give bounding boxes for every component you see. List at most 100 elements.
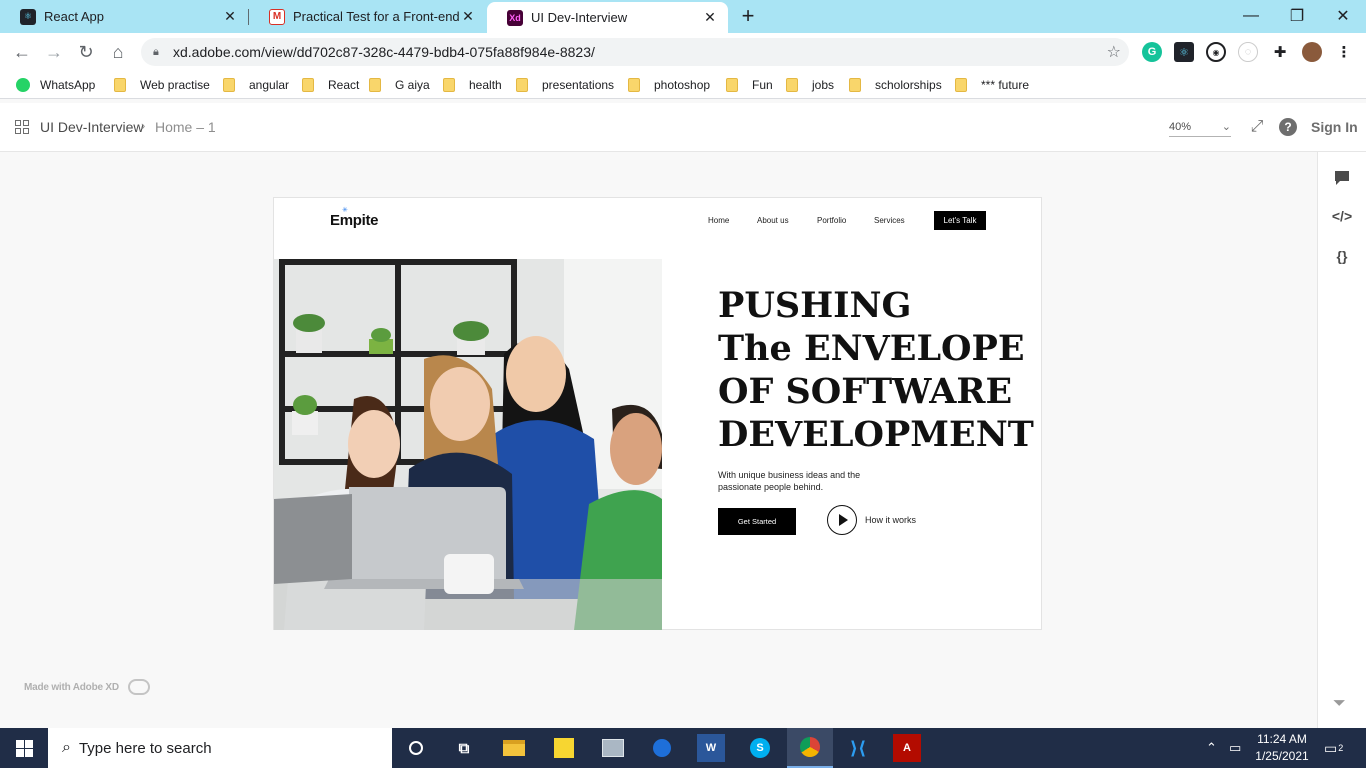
- help-icon[interactable]: ?: [1279, 118, 1297, 136]
- bookmark-folder[interactable]: Web practise: [114, 76, 210, 94]
- headline-line: The ENVELOPE: [718, 328, 1025, 369]
- tab-title: Practical Test for a Front-end Dev: [293, 9, 460, 24]
- bookmark-label: health: [469, 78, 502, 92]
- get-started-button[interactable]: Get Started: [718, 508, 796, 535]
- search-placeholder: Type here to search: [78, 739, 212, 757]
- bookmark-folder[interactable]: *** future: [955, 76, 1029, 94]
- fullscreen-icon[interactable]: ⤢: [1248, 118, 1266, 136]
- tab-react-app[interactable]: ⚛ React App ✕: [0, 0, 248, 33]
- tab-ui-dev-interview[interactable]: Xd UI Dev-Interview ✕: [487, 2, 728, 33]
- sticky-notes-icon[interactable]: [550, 734, 578, 762]
- bookmark-label: photoshop: [654, 78, 711, 92]
- reload-icon[interactable]: ↻: [74, 40, 98, 64]
- logo-text: Empite: [330, 212, 379, 229]
- grid-view-icon[interactable]: [15, 120, 29, 134]
- lock-icon[interactable]: 🔒︎: [153, 46, 165, 58]
- folder-icon: [369, 78, 381, 92]
- bookmark-whatsapp[interactable]: WhatsApp: [16, 76, 95, 94]
- close-icon[interactable]: ✕: [222, 8, 238, 25]
- minimize-icon[interactable]: —: [1228, 4, 1274, 28]
- back-icon[interactable]: ←: [10, 40, 34, 64]
- bookmark-folder[interactable]: health: [443, 76, 502, 94]
- bookmark-label: presentations: [542, 78, 615, 92]
- home-icon[interactable]: ⌂: [106, 40, 130, 64]
- hero-photo: [274, 259, 662, 630]
- folder-icon: [443, 78, 455, 92]
- bookmarks-bar: WhatsApp Web practise angular React G ai…: [0, 71, 1366, 99]
- chevron-right-icon: ›: [141, 118, 146, 133]
- extensions-puzzle-icon[interactable]: ✚: [1270, 42, 1290, 62]
- site-logo[interactable]: ✳ Empite: [330, 207, 379, 229]
- bookmark-folder[interactable]: Fun: [726, 76, 773, 94]
- address-bar[interactable]: 🔒︎ xd.adobe.com/view/dd702c87-328c-4479-…: [141, 38, 1129, 66]
- forward-icon[interactable]: →: [42, 40, 66, 64]
- browser-toolbar: ← → ↻ ⌂ 🔒︎ xd.adobe.com/view/dd702c87-32…: [0, 33, 1366, 71]
- folder-icon: [955, 78, 967, 92]
- how-it-works-link[interactable]: How it works: [865, 515, 916, 525]
- close-icon[interactable]: ✕: [702, 9, 718, 26]
- bookmark-label: G aiya: [395, 78, 430, 92]
- react-icon: ⚛: [20, 8, 36, 25]
- braces-icon[interactable]: {}: [1332, 246, 1352, 266]
- lets-talk-button[interactable]: Let's Talk: [934, 211, 986, 230]
- chevron-up-icon[interactable]: ⌃: [1206, 728, 1217, 768]
- notification-center-icon[interactable]: ▭ 2: [1324, 728, 1343, 768]
- cortana-icon[interactable]: [402, 734, 430, 762]
- nav-about[interactable]: About us: [757, 216, 789, 225]
- restore-icon[interactable]: ❐: [1274, 4, 1320, 28]
- word-icon[interactable]: W: [697, 734, 725, 762]
- bookmark-label: angular: [249, 78, 290, 92]
- made-with-adobe-xd[interactable]: Made with Adobe XD: [24, 682, 119, 693]
- tab-practical-test[interactable]: M Practical Test for a Front-end Dev ✕: [249, 0, 486, 33]
- chevron-down-icon: ⌄: [1221, 121, 1231, 133]
- bookmark-folder[interactable]: presentations: [516, 76, 614, 94]
- bookmark-folder[interactable]: React: [302, 76, 359, 94]
- bookmark-label: Fun: [752, 78, 773, 92]
- file-explorer-icon[interactable]: [500, 734, 528, 762]
- comment-icon[interactable]: [1332, 168, 1352, 188]
- bookmark-star-icon[interactable]: ☆: [1107, 42, 1121, 62]
- close-icon[interactable]: ✕: [460, 8, 476, 25]
- code-icon[interactable]: </>: [1332, 206, 1352, 226]
- nav-portfolio[interactable]: Portfolio: [817, 216, 846, 225]
- clock-time: 11:24 AM: [1257, 732, 1307, 746]
- menu-kebab-icon[interactable]: ⋮: [1334, 42, 1354, 62]
- bookmark-label: WhatsApp: [40, 78, 96, 92]
- bookmark-label: *** future: [981, 78, 1030, 92]
- task-view-icon[interactable]: ⧉: [450, 734, 478, 762]
- maps-icon[interactable]: [648, 734, 676, 762]
- skype-icon[interactable]: S: [746, 734, 774, 762]
- new-tab-button[interactable]: +: [737, 5, 759, 27]
- breadcrumb-project[interactable]: UI Dev-Interview: [40, 119, 143, 135]
- window-close-icon[interactable]: ✕: [1320, 4, 1366, 28]
- taskbar-search[interactable]: ⌕ Type here to search: [48, 728, 392, 768]
- timer-extension-icon[interactable]: ◉: [1206, 42, 1226, 62]
- windows-start-icon[interactable]: [0, 728, 48, 768]
- bookmark-folder[interactable]: G aiya: [369, 76, 430, 94]
- zoom-select[interactable]: 40% ⌄: [1169, 117, 1231, 137]
- whatsapp-icon: [16, 78, 30, 92]
- sign-in-link[interactable]: Sign In: [1311, 119, 1358, 135]
- react-devtools-icon[interactable]: ⚛: [1174, 42, 1194, 62]
- folder-icon: [786, 78, 798, 92]
- chrome-icon[interactable]: [787, 728, 833, 768]
- bookmark-folder[interactable]: photoshop: [628, 76, 710, 94]
- profile-avatar[interactable]: [1302, 42, 1322, 62]
- grammarly-icon[interactable]: G: [1142, 42, 1162, 62]
- acrobat-icon[interactable]: A: [893, 734, 921, 762]
- vscode-icon[interactable]: ⟩⟨: [844, 734, 872, 762]
- breadcrumb-page: Home – 1: [155, 119, 216, 135]
- bookmark-folder[interactable]: angular: [223, 76, 289, 94]
- system-clock[interactable]: 11:24 AM 1/25/2021: [1254, 731, 1310, 765]
- network-icon[interactable]: ▭: [1229, 728, 1241, 768]
- extension-icon[interactable]: ◌: [1238, 42, 1258, 62]
- nav-services[interactable]: Services: [874, 216, 905, 225]
- url-text[interactable]: xd.adobe.com/view/dd702c87-328c-4479-bdb…: [173, 44, 595, 60]
- nav-home[interactable]: Home: [708, 216, 729, 225]
- folder-icon: [849, 78, 861, 92]
- bookmark-folder[interactable]: jobs: [786, 76, 834, 94]
- photos-app-icon[interactable]: [599, 734, 627, 762]
- bookmark-folder[interactable]: scholorships: [849, 76, 942, 94]
- play-icon[interactable]: [827, 505, 857, 535]
- filter-icon[interactable]: ⏷: [1333, 695, 1349, 712]
